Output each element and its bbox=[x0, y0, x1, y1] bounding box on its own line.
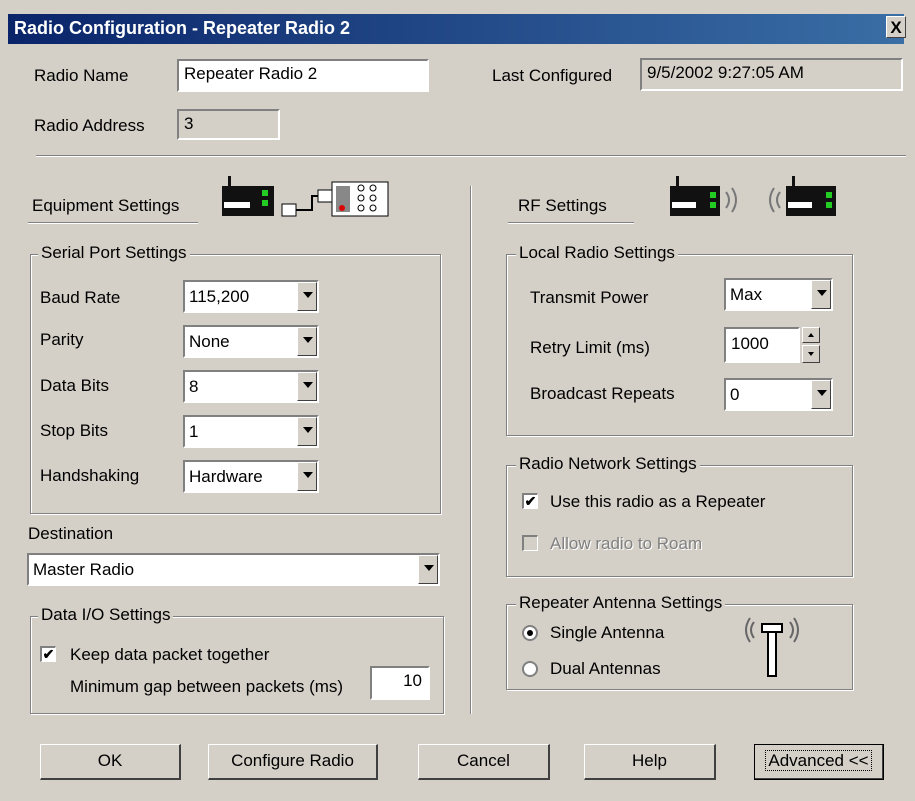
column-divider bbox=[470, 186, 472, 714]
dual-antennas-label: Dual Antennas bbox=[550, 659, 661, 678]
baud-rate-value: 115,200 bbox=[189, 287, 250, 306]
destination-value: Master Radio bbox=[33, 560, 135, 579]
allow-roam-checkbox[interactable] bbox=[522, 535, 538, 551]
window-title: Radio Configuration - Repeater Radio 2 bbox=[14, 18, 351, 38]
min-gap-input[interactable]: 10 bbox=[370, 666, 430, 700]
retry-limit-input[interactable]: 1000 bbox=[724, 327, 800, 363]
radio-address-label: Radio Address bbox=[34, 116, 145, 135]
radio-network-group bbox=[506, 465, 853, 577]
chevron-down-icon[interactable] bbox=[297, 282, 317, 311]
antenna-icon bbox=[745, 617, 799, 677]
allow-roam-label: Allow radio to Roam bbox=[550, 534, 703, 553]
data-bits-select[interactable]: 8 bbox=[183, 370, 319, 403]
title-bar: Radio Configuration - Repeater Radio 2 X bbox=[0, 0, 915, 44]
keep-together-label: Keep data packet together bbox=[70, 645, 270, 664]
destination-select[interactable]: Master Radio bbox=[27, 553, 440, 586]
rf-underline bbox=[508, 222, 634, 224]
radio-to-radio-wireless-icon bbox=[670, 176, 836, 216]
configure-radio-button[interactable]: Configure Radio bbox=[208, 744, 378, 780]
last-configured-label: Last Configured bbox=[492, 66, 613, 85]
chevron-down-icon[interactable] bbox=[297, 462, 317, 491]
chevron-up-icon bbox=[808, 333, 814, 337]
chevron-down-icon[interactable] bbox=[297, 372, 317, 401]
single-antenna-radio[interactable] bbox=[522, 625, 538, 641]
broadcast-repeats-label: Broadcast Repeats bbox=[530, 384, 675, 403]
broadcast-repeats-select[interactable]: 0 bbox=[724, 378, 833, 411]
handshaking-value: Hardware bbox=[189, 467, 263, 486]
handshaking-select[interactable]: Hardware bbox=[183, 460, 319, 493]
close-button[interactable]: X bbox=[886, 16, 906, 38]
help-button[interactable]: Help bbox=[584, 744, 716, 780]
transmit-power-value: Max bbox=[730, 285, 763, 304]
serial-port-group-label: Serial Port Settings bbox=[38, 243, 190, 263]
chevron-down-icon[interactable] bbox=[811, 280, 831, 309]
destination-label: Destination bbox=[28, 524, 114, 543]
data-bits-value: 8 bbox=[189, 377, 199, 396]
transmit-power-select[interactable]: Max bbox=[724, 278, 833, 311]
chevron-down-icon[interactable] bbox=[297, 327, 317, 356]
use-repeater-label: Use this radio as a Repeater bbox=[550, 492, 766, 511]
use-repeater-checkbox[interactable]: ✔ bbox=[522, 493, 538, 509]
header-divider bbox=[36, 155, 906, 157]
radio-serial-connection-icon bbox=[222, 176, 389, 217]
antenna-group-label: Repeater Antenna Settings bbox=[516, 593, 726, 613]
transmit-power-label: Transmit Power bbox=[530, 288, 649, 307]
radio-name-input[interactable]: Repeater Radio 2 bbox=[177, 59, 429, 92]
last-configured-value: 9/5/2002 9:27:05 AM bbox=[647, 63, 804, 82]
radio-name-value: Repeater Radio 2 bbox=[184, 64, 318, 83]
rf-settings-label: RF Settings bbox=[518, 196, 607, 215]
spin-up-button[interactable] bbox=[802, 327, 820, 343]
data-bits-label: Data Bits bbox=[40, 376, 109, 395]
chevron-down-icon[interactable] bbox=[297, 417, 317, 446]
retry-limit-label: Retry Limit (ms) bbox=[530, 338, 650, 357]
chevron-down-icon bbox=[808, 352, 814, 356]
baud-rate-select[interactable]: 115,200 bbox=[183, 280, 319, 313]
chevron-down-icon[interactable] bbox=[811, 380, 831, 409]
radio-address-value: 3 bbox=[184, 114, 194, 133]
stop-bits-value: 1 bbox=[189, 422, 199, 441]
radio-network-group-label: Radio Network Settings bbox=[516, 454, 700, 474]
data-io-group-label: Data I/O Settings bbox=[38, 605, 174, 625]
advanced-button[interactable]: Advanced << bbox=[754, 744, 884, 780]
stop-bits-label: Stop Bits bbox=[40, 421, 109, 440]
min-gap-value: 10 bbox=[403, 671, 422, 690]
radio-address-field: 3 bbox=[177, 109, 280, 140]
parity-label: Parity bbox=[40, 330, 84, 349]
radio-name-label: Radio Name bbox=[34, 66, 129, 85]
min-gap-label: Minimum gap between packets (ms) bbox=[70, 677, 344, 696]
parity-value: None bbox=[189, 332, 230, 351]
baud-rate-label: Baud Rate bbox=[40, 288, 121, 307]
parity-select[interactable]: None bbox=[183, 325, 319, 358]
handshaking-label: Handshaking bbox=[40, 466, 140, 485]
stop-bits-select[interactable]: 1 bbox=[183, 415, 319, 448]
equipment-underline bbox=[28, 222, 198, 224]
equipment-settings-label: Equipment Settings bbox=[32, 196, 180, 215]
chevron-down-icon[interactable] bbox=[418, 555, 438, 584]
advanced-label: Advanced << bbox=[765, 750, 872, 771]
local-radio-group-label: Local Radio Settings bbox=[516, 243, 678, 263]
single-antenna-label: Single Antenna bbox=[550, 623, 665, 642]
broadcast-repeats-value: 0 bbox=[730, 385, 740, 404]
keep-together-checkbox[interactable]: ✔ bbox=[40, 646, 56, 662]
spin-down-button[interactable] bbox=[802, 345, 820, 363]
retry-limit-value: 1000 bbox=[731, 334, 769, 353]
ok-button[interactable]: OK bbox=[40, 744, 181, 780]
cancel-button[interactable]: Cancel bbox=[418, 744, 550, 780]
last-configured-field: 9/5/2002 9:27:05 AM bbox=[640, 58, 903, 91]
dual-antennas-radio[interactable] bbox=[522, 661, 538, 677]
